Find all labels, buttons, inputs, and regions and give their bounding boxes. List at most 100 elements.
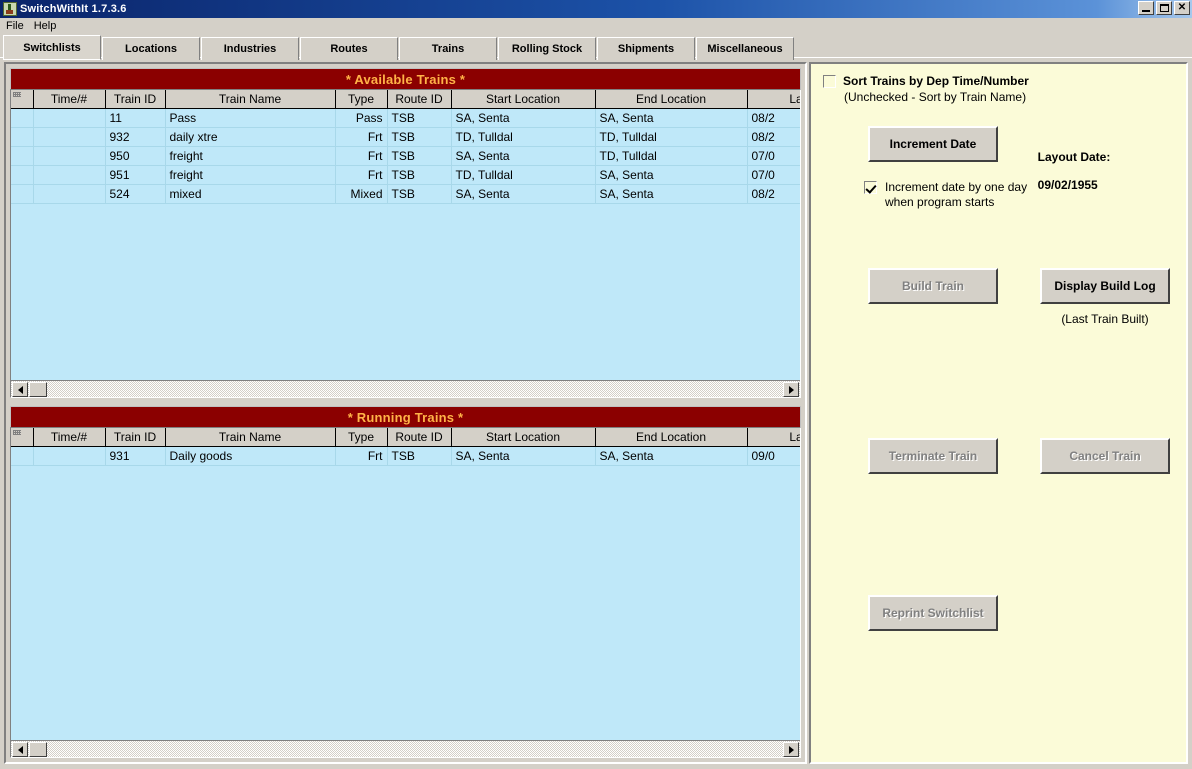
column-header-route-id[interactable]: Route ID bbox=[387, 90, 451, 108]
available-trains-hscrollbar[interactable] bbox=[11, 380, 800, 397]
available-trains-title: * Available Trains * bbox=[10, 68, 801, 89]
cell-train-name: mixed bbox=[165, 184, 335, 203]
column-header-start-location[interactable]: Start Location bbox=[451, 90, 595, 108]
cell-train-id: 950 bbox=[105, 146, 165, 165]
app-icon bbox=[3, 2, 17, 16]
reprint-switchlist-button[interactable]: Reprint Switchlist bbox=[868, 595, 998, 631]
grid-corner-handle-icon[interactable] bbox=[11, 428, 33, 446]
column-header-time[interactable]: Time/# bbox=[33, 90, 105, 108]
cell-last: 08/2 bbox=[747, 184, 801, 203]
scroll-track[interactable] bbox=[47, 741, 782, 757]
grid-empty-area bbox=[11, 466, 800, 741]
increment-on-start-row[interactable]: Increment date by one day when program s… bbox=[864, 180, 1027, 210]
build-train-button[interactable]: Build Train bbox=[868, 268, 998, 304]
available-trains-section: * Available Trains * Time/# Train ID Tra… bbox=[10, 68, 801, 398]
column-header-last[interactable]: Las bbox=[747, 90, 801, 108]
column-header-type[interactable]: Type bbox=[335, 90, 387, 108]
table-row[interactable]: 951 freight Frt TSB TD, Tulldal SA, Sent… bbox=[11, 165, 801, 184]
tab-locations[interactable]: Locations bbox=[102, 37, 200, 60]
tab-switchlists[interactable]: Switchlists bbox=[3, 35, 101, 60]
menu-item-help[interactable]: Help bbox=[32, 20, 65, 32]
cell-start-location: SA, Senta bbox=[451, 108, 595, 127]
tab-trains[interactable]: Trains bbox=[399, 37, 497, 60]
cell-last: 08/2 bbox=[747, 127, 801, 146]
cell-type: Frt bbox=[335, 146, 387, 165]
cell-start-location: SA, Senta bbox=[451, 446, 595, 465]
table-row[interactable]: 11 Pass Pass TSB SA, Senta SA, Senta 08/… bbox=[11, 108, 801, 127]
cell-route-id: TSB bbox=[387, 165, 451, 184]
tab-miscellaneous[interactable]: Miscellaneous bbox=[696, 37, 794, 60]
grid-corner-handle-icon[interactable] bbox=[11, 90, 33, 108]
terminate-train-button[interactable]: Terminate Train bbox=[868, 438, 998, 474]
cell-time bbox=[33, 446, 105, 465]
increment-date-button[interactable]: Increment Date bbox=[868, 126, 998, 162]
cell-time bbox=[33, 127, 105, 146]
cell-end-location: SA, Senta bbox=[595, 108, 747, 127]
cell-route-id: TSB bbox=[387, 127, 451, 146]
table-row[interactable]: 524 mixed Mixed TSB SA, Senta SA, Senta … bbox=[11, 184, 801, 203]
last-train-built-note: (Last Train Built) bbox=[1040, 312, 1170, 326]
cell-train-id: 931 bbox=[105, 446, 165, 465]
maximize-button[interactable] bbox=[1156, 1, 1172, 15]
increment-on-start-checkbox[interactable] bbox=[864, 181, 877, 194]
cell-type: Pass bbox=[335, 108, 387, 127]
sort-trains-note: (Unchecked - Sort by Train Name) bbox=[844, 90, 1174, 104]
cell-type: Frt bbox=[335, 127, 387, 146]
menu-item-file[interactable]: File bbox=[4, 20, 32, 32]
scroll-thumb[interactable] bbox=[29, 742, 47, 757]
table-row[interactable]: 932 daily xtre Frt TSB TD, Tulldal TD, T… bbox=[11, 127, 801, 146]
section-spacer bbox=[10, 398, 801, 406]
table-row[interactable]: 931 Daily goods Frt TSB SA, Senta SA, Se… bbox=[11, 446, 801, 465]
display-build-log-button[interactable]: Display Build Log bbox=[1040, 268, 1170, 304]
column-header-train-id[interactable]: Train ID bbox=[105, 90, 165, 108]
scroll-left-arrow-icon[interactable] bbox=[12, 382, 28, 397]
running-trains-body: 931 Daily goods Frt TSB SA, Senta SA, Se… bbox=[11, 446, 801, 465]
cell-end-location: SA, Senta bbox=[595, 184, 747, 203]
minimize-button[interactable] bbox=[1138, 1, 1154, 15]
layout-date-label: Layout Date: bbox=[1038, 150, 1111, 164]
cell-type: Frt bbox=[335, 446, 387, 465]
cell-last: 07/0 bbox=[747, 146, 801, 165]
scroll-left-arrow-icon[interactable] bbox=[12, 742, 28, 757]
column-header-end-location[interactable]: End Location bbox=[595, 428, 747, 446]
cell-start-location: SA, Senta bbox=[451, 146, 595, 165]
scroll-thumb[interactable] bbox=[29, 382, 47, 397]
close-icon: ✕ bbox=[1175, 2, 1189, 14]
running-trains-table: Time/# Train ID Train Name Type Route ID… bbox=[11, 428, 801, 466]
cell-train-id: 11 bbox=[105, 108, 165, 127]
scroll-track[interactable] bbox=[47, 381, 782, 397]
column-header-time[interactable]: Time/# bbox=[33, 428, 105, 446]
scroll-right-arrow-icon[interactable] bbox=[783, 382, 799, 397]
sort-trains-checkbox[interactable] bbox=[823, 75, 836, 88]
table-row[interactable]: 950 freight Frt TSB SA, Senta TD, Tullda… bbox=[11, 146, 801, 165]
cell-route-id: TSB bbox=[387, 146, 451, 165]
tab-routes[interactable]: Routes bbox=[300, 37, 398, 60]
column-header-train-name[interactable]: Train Name bbox=[165, 90, 335, 108]
column-header-last[interactable]: Las bbox=[747, 428, 801, 446]
cell-route-id: TSB bbox=[387, 184, 451, 203]
cell-train-name: Pass bbox=[165, 108, 335, 127]
column-header-train-name[interactable]: Train Name bbox=[165, 428, 335, 446]
cell-end-location: TD, Tulldal bbox=[595, 146, 747, 165]
running-trains-hscrollbar[interactable] bbox=[11, 740, 800, 757]
sort-trains-checkbox-row[interactable]: Sort Trains by Dep Time/Number bbox=[823, 74, 1174, 88]
cell-train-id: 951 bbox=[105, 165, 165, 184]
column-header-start-location[interactable]: Start Location bbox=[451, 428, 595, 446]
tab-shipments[interactable]: Shipments bbox=[597, 37, 695, 60]
close-button[interactable]: ✕ bbox=[1174, 1, 1190, 15]
cancel-train-button[interactable]: Cancel Train bbox=[1040, 438, 1170, 474]
scroll-right-arrow-icon[interactable] bbox=[783, 742, 799, 757]
cell-type: Mixed bbox=[335, 184, 387, 203]
column-header-type[interactable]: Type bbox=[335, 428, 387, 446]
column-header-end-location[interactable]: End Location bbox=[595, 90, 747, 108]
running-trains-grid[interactable]: Time/# Train ID Train Name Type Route ID… bbox=[10, 427, 801, 758]
available-trains-grid[interactable]: Time/# Train ID Train Name Type Route ID… bbox=[10, 89, 801, 398]
column-header-train-id[interactable]: Train ID bbox=[105, 428, 165, 446]
available-trains-table: Time/# Train ID Train Name Type Route ID… bbox=[11, 90, 801, 204]
cell-time bbox=[33, 184, 105, 203]
window-title: SwitchWithIt 1.7.3.6 bbox=[20, 3, 127, 15]
tab-industries[interactable]: Industries bbox=[201, 37, 299, 60]
tab-rolling-stock[interactable]: Rolling Stock bbox=[498, 37, 596, 60]
column-header-route-id[interactable]: Route ID bbox=[387, 428, 451, 446]
cell-start-location: TD, Tulldal bbox=[451, 127, 595, 146]
